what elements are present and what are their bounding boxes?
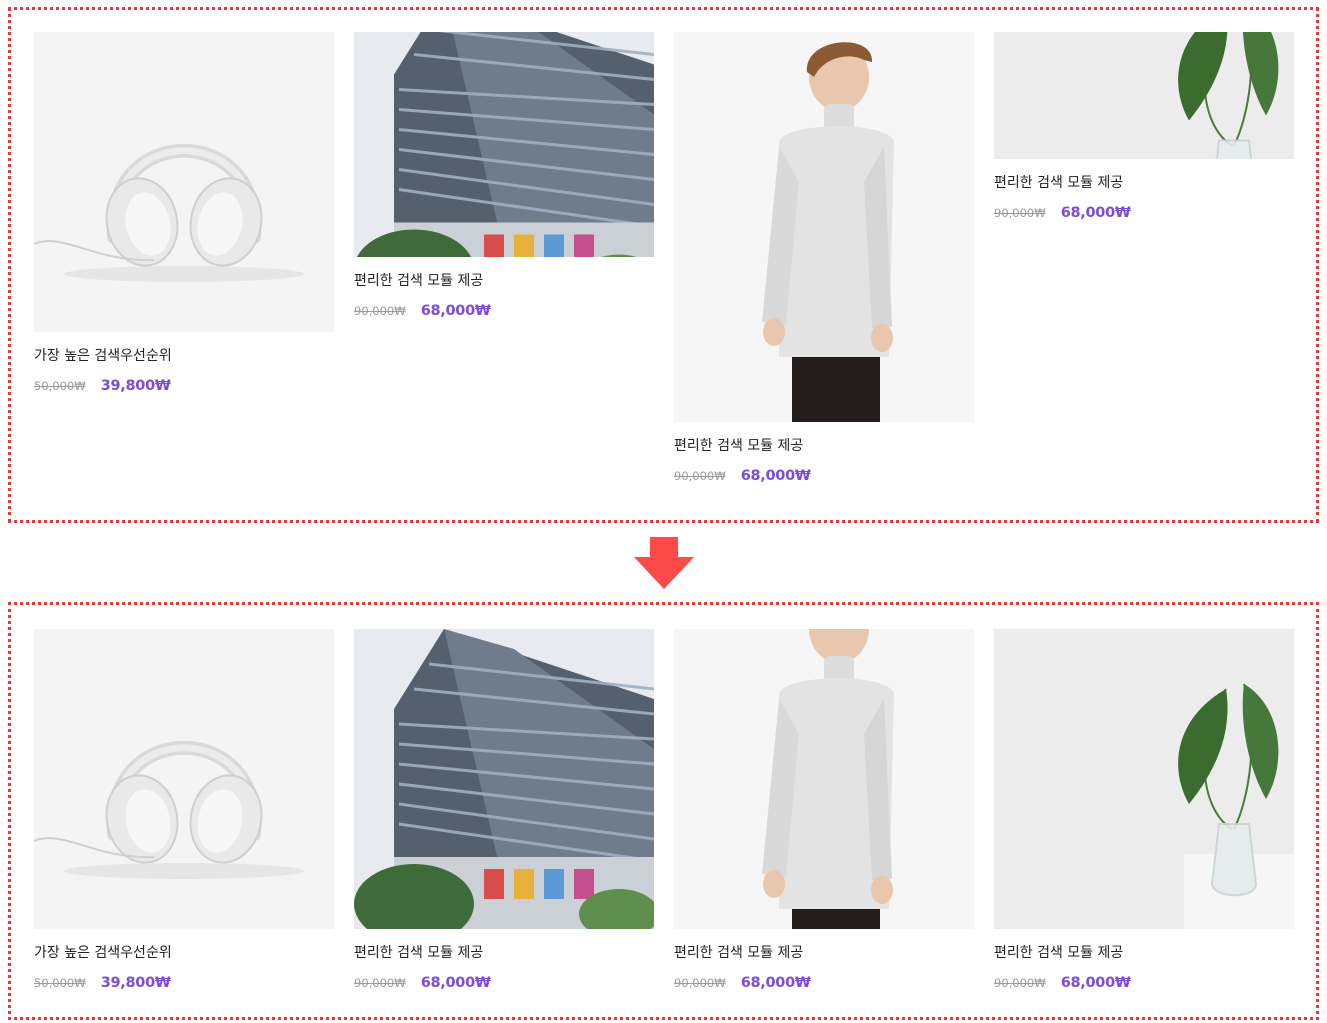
plant-vase-image [994,629,1294,929]
sale-price: 39,800₩ [100,378,171,394]
product-card[interactable]: 편리한 검색 모듈 제공 90,000₩ 68,000₩ [994,629,1294,992]
product-card[interactable]: 가장 높은 검색우선순위 50,000₩ 39,800₩ [34,32,334,395]
product-title[interactable]: 편리한 검색 모듈 제공 [994,943,1294,963]
original-price: 90,000₩ [354,304,406,318]
model-sweater-image [674,32,974,422]
price-row: 90,000₩ 68,000₩ [674,465,974,485]
price-row: 90,000₩ 68,000₩ [354,300,654,320]
product-image-plant[interactable] [994,32,1294,159]
sale-price: 68,000₩ [420,975,491,991]
product-title[interactable]: 편리한 검색 모듈 제공 [674,436,974,456]
product-title[interactable]: 편리한 검색 모듈 제공 [354,943,654,963]
sale-price: 68,000₩ [740,975,811,991]
plant-vase-image [994,32,1294,159]
sale-price: 68,000₩ [1060,205,1131,221]
product-image-model[interactable] [674,629,974,929]
headphones-image [34,629,334,929]
sale-price: 68,000₩ [740,468,811,484]
product-image-model[interactable] [674,32,974,422]
product-image-building[interactable] [354,629,654,929]
product-title[interactable]: 편리한 검색 모듈 제공 [674,943,974,963]
product-card[interactable]: 편리한 검색 모듈 제공 90,000₩ 68,000₩ [994,32,1294,222]
building-image [354,629,654,929]
product-card[interactable]: 편리한 검색 모듈 제공 90,000₩ 68,000₩ [674,629,974,992]
product-title[interactable]: 가장 높은 검색우선순위 [34,346,334,366]
price-row: 50,000₩ 39,800₩ [34,375,334,395]
sale-price: 39,800₩ [100,975,171,991]
original-price: 50,000₩ [34,976,86,990]
original-price: 90,000₩ [994,976,1046,990]
product-image-building[interactable] [354,32,654,257]
original-price: 90,000₩ [994,206,1046,220]
product-title[interactable]: 편리한 검색 모듈 제공 [354,271,654,291]
price-row: 90,000₩ 68,000₩ [674,972,974,992]
product-card[interactable]: 편리한 검색 모듈 제공 90,000₩ 68,000₩ [354,32,654,320]
product-title[interactable]: 편리한 검색 모듈 제공 [994,173,1294,193]
original-price: 90,000₩ [674,976,726,990]
building-image [354,32,654,257]
product-card[interactable]: 편리한 검색 모듈 제공 90,000₩ 68,000₩ [354,629,654,992]
original-price: 50,000₩ [34,379,86,393]
price-row: 50,000₩ 39,800₩ [34,972,334,992]
product-image-headphones[interactable] [34,32,334,332]
product-card[interactable]: 편리한 검색 모듈 제공 90,000₩ 68,000₩ [674,32,974,485]
product-image-plant[interactable] [994,629,1294,929]
sale-price: 68,000₩ [420,303,491,319]
headphones-image [34,32,334,332]
product-image-headphones[interactable] [34,629,334,929]
arrow-down-icon [634,537,694,589]
price-row: 90,000₩ 68,000₩ [994,972,1294,992]
sale-price: 68,000₩ [1060,975,1131,991]
product-title[interactable]: 가장 높은 검색우선순위 [34,943,334,963]
price-row: 90,000₩ 68,000₩ [994,202,1294,222]
original-price: 90,000₩ [674,469,726,483]
price-row: 90,000₩ 68,000₩ [354,972,654,992]
original-price: 90,000₩ [354,976,406,990]
model-sweater-image [674,629,974,929]
product-card[interactable]: 가장 높은 검색우선순위 50,000₩ 39,800₩ [34,629,334,992]
